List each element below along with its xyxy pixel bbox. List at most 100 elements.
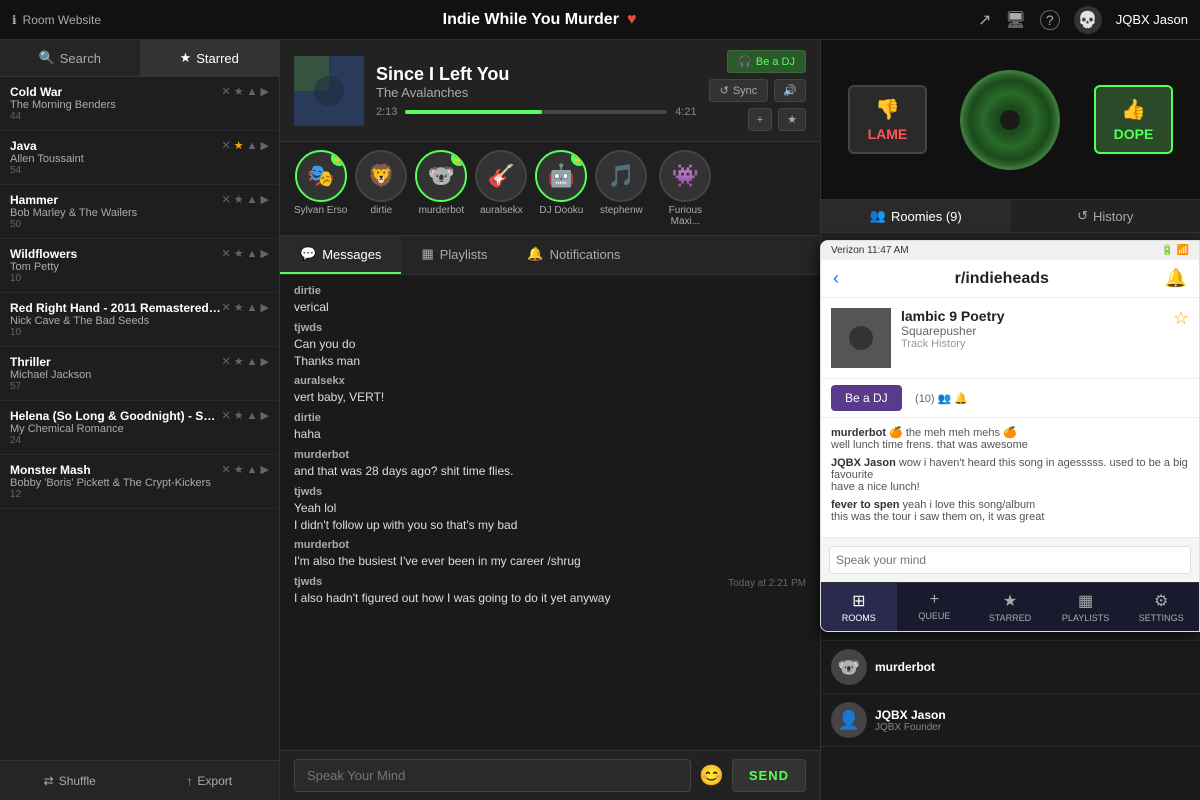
tab-starred[interactable]: ★ Starred	[140, 40, 280, 76]
emoji-icon[interactable]: 😊	[699, 763, 724, 788]
tab-search[interactable]: 🔍 Search	[0, 40, 140, 76]
room-website-link[interactable]: ℹ Room Website	[12, 13, 101, 27]
avatar-item[interactable]: 🐨 👍 murderbot	[415, 150, 467, 227]
up-icon[interactable]: ▲	[247, 140, 258, 152]
progress-bar[interactable]	[405, 110, 667, 114]
star-icon[interactable]: ★	[234, 193, 244, 206]
dope-button[interactable]: 👍 DOPE	[1094, 85, 1174, 154]
popup-track: lambic 9 Poetry Squarepusher Track Histo…	[821, 298, 1199, 379]
room-name: Indie While You Murder	[443, 11, 619, 29]
vinyl-disc	[960, 70, 1060, 170]
up-icon[interactable]: ▲	[247, 86, 258, 98]
be-dj-button[interactable]: 🎧 Be a DJ	[727, 50, 806, 73]
remove-icon[interactable]: ✕	[222, 139, 231, 152]
remove-icon[interactable]: ✕	[222, 193, 231, 206]
play-icon[interactable]: ▶	[261, 301, 269, 314]
popup-messages: murderbot 🍊 the meh meh mehs 🍊well lunch…	[821, 418, 1199, 537]
up-icon[interactable]: ▲	[247, 248, 258, 260]
list-item[interactable]: Cold War The Morning Benders 44 ✕ ★ ▲ ▶	[0, 77, 279, 131]
remove-icon[interactable]: ✕	[222, 301, 231, 314]
play-icon[interactable]: ▶	[261, 463, 269, 476]
popup-album-art	[831, 308, 891, 368]
monitor-icon[interactable]: 🖥	[1005, 10, 1025, 30]
star-icon[interactable]: ★	[234, 139, 244, 152]
star-icon[interactable]: ★	[234, 463, 244, 476]
star-icon[interactable]: ★	[234, 355, 244, 368]
help-icon[interactable]: ?	[1040, 10, 1060, 30]
list-item[interactable]: Java Allen Toussaint 54 ✕ ★ ▲ ▶	[0, 131, 279, 185]
roomie-item[interactable]: 👤 JQBX Jason JQBX Founder	[821, 694, 1200, 747]
roomies-tabs: 👥 Roomies (9) ↺ History	[821, 200, 1200, 233]
bell-icon[interactable]: 🔔	[1165, 268, 1187, 289]
username-label: JQBX Jason	[1116, 12, 1188, 27]
list-item[interactable]: Red Right Hand - 2011 Remastered Version…	[0, 293, 279, 347]
time-total: 4:21	[675, 106, 696, 118]
sidebar-footer: ⇄ Shuffle ↑ Export	[0, 760, 279, 800]
list-item[interactable]: Thriller Michael Jackson 57 ✕ ★ ▲ ▶	[0, 347, 279, 401]
avatar-item[interactable]: 🎸 auralsekx	[475, 150, 527, 227]
tab-notifications[interactable]: 🔔 Notifications	[507, 236, 640, 274]
back-icon[interactable]: ‹	[833, 268, 839, 289]
up-icon[interactable]: ▲	[247, 464, 258, 476]
play-icon[interactable]: ▶	[261, 409, 269, 422]
avatar-circle: 🦁	[355, 150, 407, 202]
list-item[interactable]: Hammer Bob Marley & The Wailers 50 ✕ ★ ▲…	[0, 185, 279, 239]
remove-icon[interactable]: ✕	[222, 85, 231, 98]
share-icon[interactable]: ↗	[978, 10, 991, 30]
star-track-button[interactable]: ★	[778, 108, 806, 131]
tab-playlists[interactable]: ▦ Playlists	[401, 236, 507, 274]
play-icon[interactable]: ▶	[261, 193, 269, 206]
play-icon[interactable]: ▶	[261, 355, 269, 368]
sync-button[interactable]: ↺ Sync	[709, 79, 769, 102]
play-icon[interactable]: ▶	[261, 85, 269, 98]
up-icon[interactable]: ▲	[247, 194, 258, 206]
avatar-item[interactable]: 🤖 👍 DJ Dooku	[535, 150, 587, 227]
list-item[interactable]: Helena (So Long & Goodnight) - So Long &…	[0, 401, 279, 455]
export-button[interactable]: ↑ Export	[140, 761, 280, 800]
chat-input[interactable]	[294, 759, 691, 792]
remove-icon[interactable]: ✕	[222, 463, 231, 476]
star-icon[interactable]: ★	[234, 85, 244, 98]
avatar-circle: 🎸	[475, 150, 527, 202]
popup-tab-rooms[interactable]: ⊞ ROOMS	[821, 583, 897, 631]
add-button[interactable]: +	[748, 108, 772, 131]
avatar-item[interactable]: 🎵 stephenw	[595, 150, 647, 227]
volume-button[interactable]: 🔊	[774, 79, 806, 102]
popup-message: murderbot 🍊 the meh meh mehs 🍊well lunch…	[831, 426, 1189, 451]
lame-button[interactable]: 👎 LAME	[848, 85, 928, 154]
message-group: dirtie verical	[294, 285, 806, 316]
popup-tab-starred[interactable]: ★ STARRED	[972, 583, 1048, 631]
popup-tab-queue[interactable]: + QUEUE	[897, 583, 973, 631]
avatar-item[interactable]: 👾 Furious Maxi...	[655, 150, 715, 227]
tab-roomies[interactable]: 👥 Roomies (9)	[821, 200, 1011, 232]
remove-icon[interactable]: ✕	[222, 355, 231, 368]
tab-messages[interactable]: 💬 Messages	[280, 236, 401, 274]
roomie-item[interactable]: 🐨 murderbot	[821, 641, 1200, 694]
remove-icon[interactable]: ✕	[222, 247, 231, 260]
popup-tab-settings[interactable]: ⚙ SETTINGS	[1123, 583, 1199, 631]
star-track-icon[interactable]: ☆	[1173, 308, 1189, 368]
up-icon[interactable]: ▲	[247, 356, 258, 368]
tab-history[interactable]: ↺ History	[1011, 200, 1200, 232]
up-icon[interactable]: ▲	[247, 302, 258, 314]
popup-chat-input[interactable]	[829, 546, 1191, 574]
avatar-item[interactable]: 🦁 dirtie	[355, 150, 407, 227]
message-group: murderbot I'm also the busiest I've ever…	[294, 539, 806, 570]
send-button[interactable]: SEND	[732, 759, 806, 792]
star-icon[interactable]: ★	[234, 247, 244, 260]
shuffle-button[interactable]: ⇄ Shuffle	[0, 761, 140, 800]
play-icon[interactable]: ▶	[261, 247, 269, 260]
play-icon[interactable]: ▶	[261, 139, 269, 152]
star-icon[interactable]: ★	[234, 301, 244, 314]
main-layout: 🔍 Search ★ Starred Cold War The Morning …	[0, 40, 1200, 800]
list-item[interactable]: Monster Mash Bobby 'Boris' Pickett & The…	[0, 455, 279, 509]
up-icon[interactable]: ▲	[247, 410, 258, 422]
popup-tab-playlists[interactable]: ▦ PLAYLISTS	[1048, 583, 1124, 631]
popup-be-dj-button[interactable]: Be a DJ	[831, 385, 902, 411]
remove-icon[interactable]: ✕	[222, 409, 231, 422]
user-avatar[interactable]: 💀	[1074, 6, 1102, 34]
star-icon[interactable]: ★	[234, 409, 244, 422]
list-item[interactable]: Wildflowers Tom Petty 10 ✕ ★ ▲ ▶	[0, 239, 279, 293]
avatar-item[interactable]: 🎭 👍 Sylvan Erso	[294, 150, 347, 227]
chat-popup: Verizon 11:47 AM 🔋 📶 ‹ r/indieheads 🔔 la…	[820, 240, 1200, 632]
